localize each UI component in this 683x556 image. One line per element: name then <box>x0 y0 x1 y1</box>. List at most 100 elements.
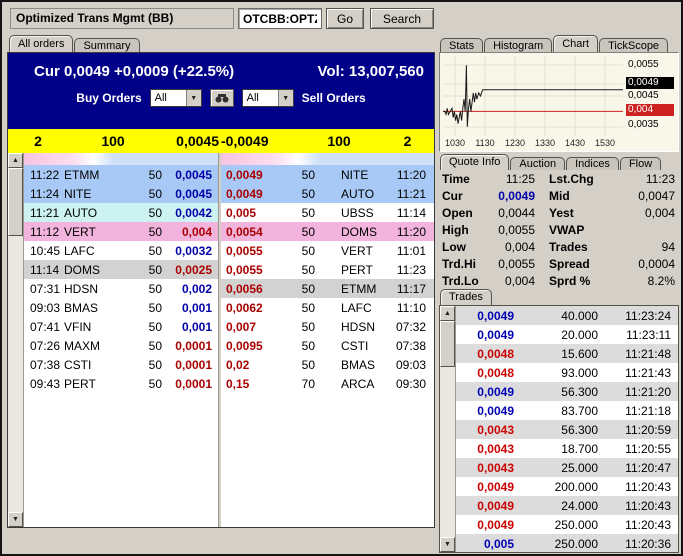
ask-row[interactable]: 0,0055 50 PERT 11:23 <box>221 260 434 279</box>
scroll-down-button[interactable]: ▼ <box>440 537 455 552</box>
tab-tickscope[interactable]: TickScope <box>599 38 669 52</box>
trade-price: 0,0048 <box>477 346 514 361</box>
tab-indices[interactable]: Indices <box>566 157 619 170</box>
bid-qty: 50 <box>148 167 162 182</box>
quote-value: 11:25 <box>505 171 535 186</box>
ask-price: 0,15 <box>226 376 250 391</box>
tab-all-orders[interactable]: All orders <box>9 35 74 52</box>
sell-filter-select[interactable]: All ▼ <box>241 89 294 107</box>
ask-row[interactable]: 0,0049 50 AUTO 11:21 <box>221 184 434 203</box>
bid-price: 0,001 <box>181 300 212 315</box>
ask-row[interactable]: 0,007 50 HDSN 07:32 <box>221 317 434 336</box>
scroll-track[interactable] <box>8 236 23 512</box>
trade-time: 11:20:36 <box>625 536 671 551</box>
scroll-up-button[interactable]: ▲ <box>440 306 455 321</box>
scroll-track[interactable] <box>440 367 455 537</box>
bid-price: 0,0001 <box>175 376 212 391</box>
bid-time: 11:24 <box>30 186 60 201</box>
ask-qty: 50 <box>301 186 315 201</box>
bid-row[interactable]: 11:14 DOMS 50 0,0025 <box>24 260 218 279</box>
ask-qty: 70 <box>301 376 315 391</box>
ask-price: 0,0062 <box>226 300 263 315</box>
bid-price: 0,002 <box>181 281 212 296</box>
trade-price: 0,0048 <box>477 365 514 380</box>
tab-stats[interactable]: Stats <box>440 38 484 52</box>
tab-flow[interactable]: Flow <box>619 157 662 170</box>
quote-label: VWAP <box>549 222 585 237</box>
search-button[interactable]: Search <box>370 8 434 29</box>
ask-mm-name: DOMS <box>341 224 377 239</box>
bid-row[interactable]: 07:38 CSTI 50 0,0001 <box>24 355 218 374</box>
ask-mm-name: NITE <box>341 167 369 182</box>
trade-price: 0,0049 <box>477 479 514 494</box>
ask-qty: 50 <box>301 262 315 277</box>
link-filters-button[interactable] <box>209 89 234 107</box>
bid-row[interactable]: 10:45 LAFC 50 0,0032 <box>24 241 218 260</box>
ask-row[interactable]: 0,0062 50 LAFC 11:10 <box>221 298 434 317</box>
bid-size: 100 <box>101 133 125 149</box>
quote-row: Trd.Lo 0,004 Sprd % 8.2% <box>439 272 679 289</box>
ask-row[interactable]: 0,0054 50 DOMS 11:20 <box>221 222 434 241</box>
current-price-marker: 0,0049 <box>626 77 674 89</box>
ask-qty: 50 <box>301 224 315 239</box>
bid-row[interactable]: 11:12 VERT 50 0,004 <box>24 222 218 241</box>
ticker-input[interactable] <box>238 8 322 29</box>
ask-size: 100 <box>327 133 351 149</box>
bid-row[interactable]: 09:43 PERT 50 0,0001 <box>24 374 218 393</box>
bid-mm-name: VERT <box>64 224 96 239</box>
trade-size: 250.000 <box>554 536 598 551</box>
chevron-down-icon[interactable]: ▼ <box>185 90 201 106</box>
bid-time: 07:26 <box>30 338 61 353</box>
tab-trades[interactable]: Trades <box>440 289 492 305</box>
bid-qty: 50 <box>148 376 162 391</box>
scroll-down-button[interactable]: ▼ <box>8 512 23 527</box>
ask-row[interactable]: 0,0056 50 ETMM 11:17 <box>221 279 434 298</box>
quote-label: Trd.Lo <box>442 273 479 288</box>
quote-value: 8.2% <box>647 273 675 288</box>
ask-row[interactable]: 0,0049 50 NITE 11:20 <box>221 165 434 184</box>
bid-row[interactable]: 11:24 NITE 50 0,0045 <box>24 184 218 203</box>
chevron-down-icon[interactable]: ▼ <box>277 90 293 106</box>
bid-row[interactable]: 07:31 HDSN 50 0,002 <box>24 279 218 298</box>
tab-quote-info[interactable]: Quote Info <box>440 154 510 170</box>
bid-row[interactable]: 07:41 VFIN 50 0,001 <box>24 317 218 336</box>
ask-mm-name: ETMM <box>341 281 377 296</box>
trade-time: 11:21:48 <box>625 346 671 361</box>
bid-time: 11:22 <box>30 167 60 182</box>
trade-size: 250.000 <box>554 517 598 532</box>
ask-row[interactable]: 0,15 70 ARCA 09:30 <box>221 374 434 393</box>
ask-row[interactable]: 0,0095 50 CSTI 07:38 <box>221 336 434 355</box>
bid-mm-name: AUTO <box>64 205 98 220</box>
ask-qty: 50 <box>301 243 315 258</box>
instrument-name: Optimized Trans Mgmt (BB) <box>10 8 234 29</box>
quote-value: 0,0044 <box>498 205 535 220</box>
go-button[interactable]: Go <box>326 8 364 29</box>
scroll-thumb[interactable] <box>8 168 23 236</box>
bid-row[interactable]: 09:03 BMAS 50 0,001 <box>24 298 218 317</box>
trade-row: 0,0048 15.600 11:21:48 <box>456 344 678 363</box>
ask-row[interactable]: 0,005 50 UBSS 11:14 <box>221 203 434 222</box>
quote-label: Sprd % <box>549 273 591 288</box>
quote-label: Open <box>442 205 473 220</box>
trade-price: 0,0043 <box>477 460 514 475</box>
ask-row[interactable]: 0,02 50 BMAS 09:03 <box>221 355 434 374</box>
buy-filter-select[interactable]: All ▼ <box>149 89 202 107</box>
ask-time: 11:23 <box>396 262 426 277</box>
ask-time: 11:01 <box>396 243 426 258</box>
tab-histogram[interactable]: Histogram <box>484 38 553 52</box>
quote-info-table: Time 11:25 Lst.Chg 11:23 Cur 0,0049 Mid 0,0047… <box>439 170 679 289</box>
bid-row[interactable]: 11:22 ETMM 50 0,0045 <box>24 165 218 184</box>
ask-qty: 50 <box>301 167 315 182</box>
ask-row[interactable]: 0,0055 50 VERT 11:01 <box>221 241 434 260</box>
bid-row[interactable]: 11:21 AUTO 50 0,0042 <box>24 203 218 222</box>
tab-chart[interactable]: Chart <box>553 35 599 52</box>
arrow-up-icon: ▲ <box>444 310 451 317</box>
x-axis-label: 1330 <box>534 138 556 148</box>
tab-summary[interactable]: Summary <box>74 38 140 52</box>
scroll-up-button[interactable]: ▲ <box>8 153 23 168</box>
bid-time: 11:14 <box>30 262 60 277</box>
quote-label: Time <box>442 171 470 186</box>
tab-auction[interactable]: Auction <box>510 157 566 170</box>
bid-row[interactable]: 07:26 MAXM 50 0,0001 <box>24 336 218 355</box>
scroll-thumb[interactable] <box>440 321 455 367</box>
